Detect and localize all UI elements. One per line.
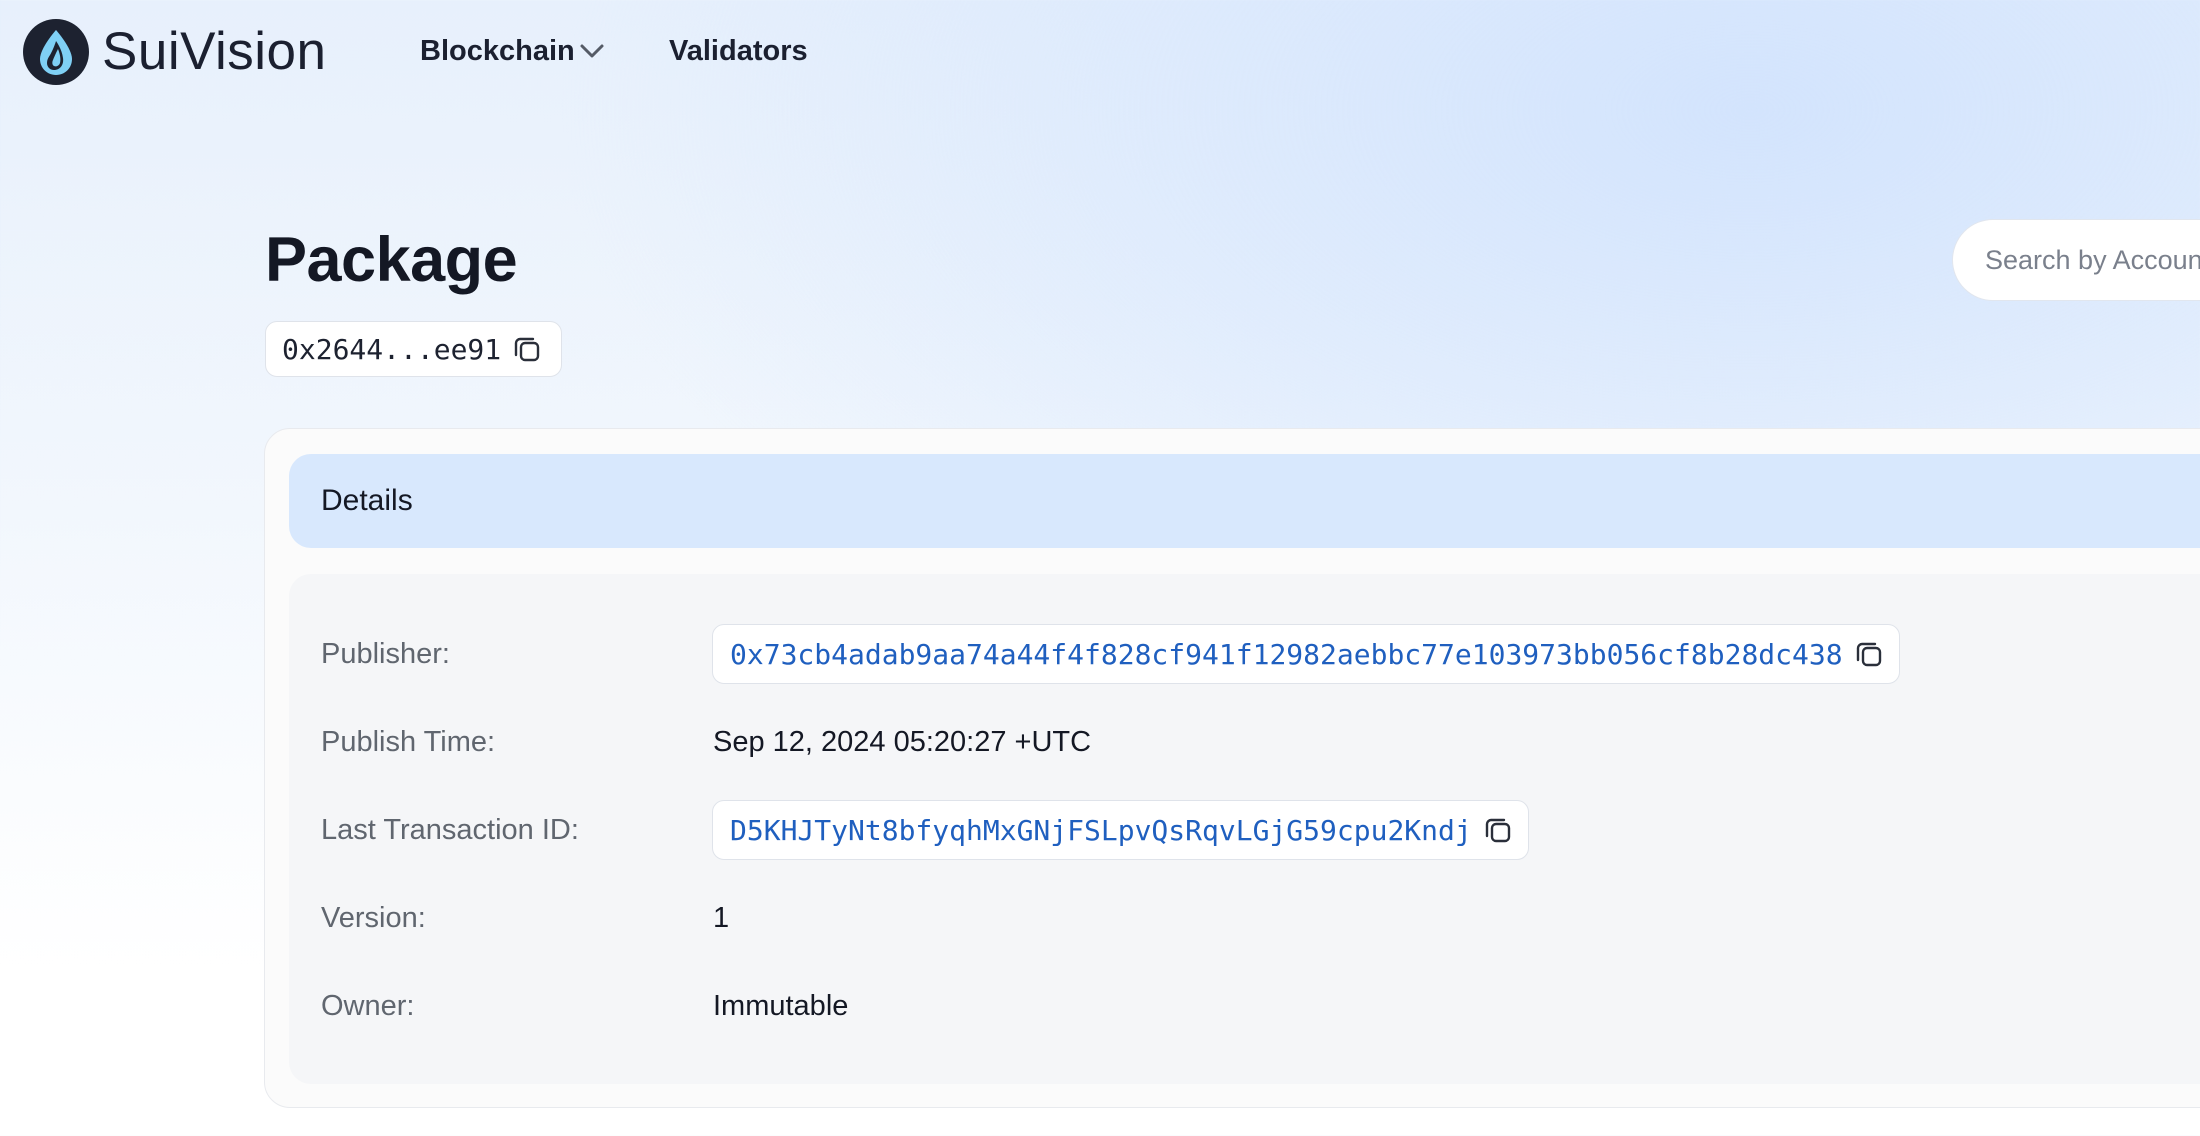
copy-icon[interactable] xyxy=(511,333,543,365)
copy-icon[interactable] xyxy=(1853,638,1885,670)
copy-icon[interactable] xyxy=(1482,814,1514,846)
details-body: Publisher: 0x73cb4adab9aa74a44f4f828cf94… xyxy=(289,574,2200,1084)
publish-time-value: Sep 12, 2024 05:20:27 +UTC xyxy=(713,726,1092,758)
package-address-chip: 0x2644...ee91 xyxy=(265,321,563,377)
version-value: 1 xyxy=(713,902,730,934)
water-drop-icon xyxy=(40,30,72,75)
publisher-link[interactable]: 0x73cb4adab9aa74a44f4f828cf941f12982aebb… xyxy=(730,638,1843,671)
details-header: Details xyxy=(289,454,2200,548)
last-transaction-chip: D5KHJTyNt8bfyqhMxGNjFSLpvQsRqvLGjG59cpu2… xyxy=(712,800,1529,860)
owner-label: Owner: xyxy=(321,990,415,1022)
package-address: 0x2644...ee91 xyxy=(282,332,502,366)
last-transaction-label: Last Transaction ID: xyxy=(321,814,579,846)
nav-blockchain[interactable]: Blockchain xyxy=(420,33,575,69)
publisher-label: Publisher: xyxy=(321,638,450,670)
publish-time-label: Publish Time: xyxy=(321,726,496,758)
chevron-down-icon[interactable] xyxy=(577,38,607,64)
page-title: Package xyxy=(265,225,518,295)
owner-value: Immutable xyxy=(713,990,849,1022)
last-transaction-link[interactable]: D5KHJTyNt8bfyqhMxGNjFSLpvQsRqvLGjG59cpu2… xyxy=(730,814,1472,847)
version-label: Version: xyxy=(321,902,426,934)
details-title: Details xyxy=(321,484,413,517)
search-box[interactable] xyxy=(1952,219,2200,301)
logo-icon[interactable] xyxy=(23,19,89,85)
nav-validators[interactable]: Validators xyxy=(669,33,808,69)
details-card: Details Publisher: 0x73cb4adab9aa74a44f4… xyxy=(264,428,2200,1108)
brand-name[interactable]: SuiVision xyxy=(102,20,327,84)
publisher-chip: 0x73cb4adab9aa74a44f4f828cf941f12982aebb… xyxy=(712,624,1900,684)
search-input[interactable] xyxy=(1983,243,2200,277)
